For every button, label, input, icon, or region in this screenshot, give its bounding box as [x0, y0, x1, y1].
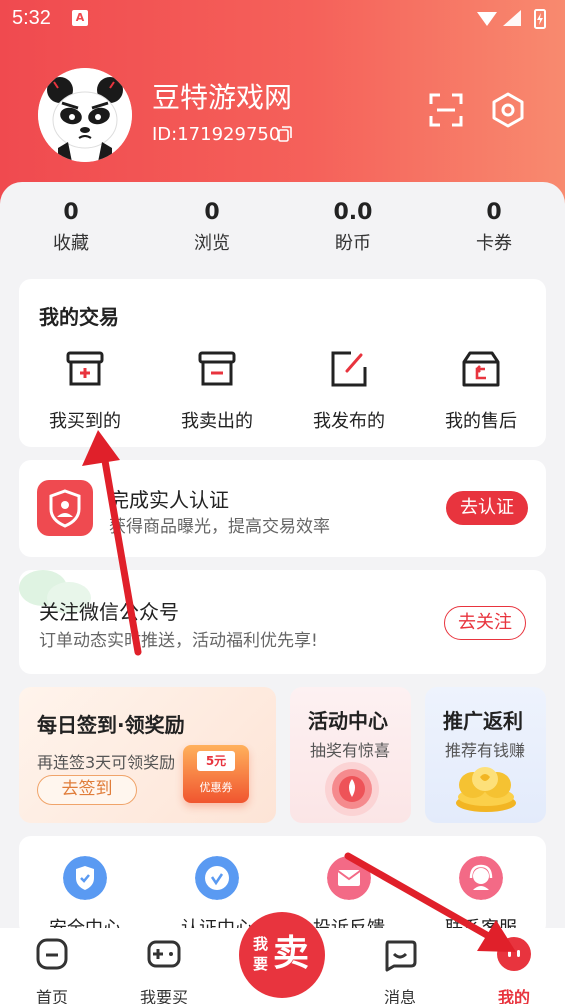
trade-label: 我卖出的 — [181, 411, 253, 432]
checkin-button[interactable]: 去签到 — [37, 775, 137, 805]
avatar[interactable] — [38, 68, 132, 162]
stat-favorites[interactable]: 0 收藏 — [11, 200, 131, 255]
edit-icon — [331, 351, 367, 387]
tab-buy[interactable]: 我要买 — [124, 936, 204, 1004]
coupon-icon: 5元 优惠券 — [183, 745, 249, 803]
trade-label: 我的售后 — [445, 411, 517, 432]
lottery-icon — [325, 762, 379, 816]
trade-card: 我的交易 我买到的 我卖出的 我发布的 我的售后 — [19, 279, 546, 447]
coupon-label: 优惠券 — [199, 781, 233, 794]
box-minus-icon — [198, 351, 236, 386]
badge-check-icon — [195, 856, 239, 900]
profile-name: 豆特游戏网 — [152, 81, 293, 114]
activity-title: 活动中心 — [308, 709, 388, 733]
coins-icon — [456, 767, 516, 812]
wechat-card[interactable]: 关注微信公众号 订单动态实时推送，活动福利优先享! 去关注 — [19, 570, 546, 674]
system-status-icons — [477, 9, 546, 29]
trade-label: 我买到的 — [49, 411, 121, 432]
stat-value: 0.0 — [333, 200, 373, 225]
follow-button[interactable]: 去关注 — [444, 606, 526, 640]
referral-card[interactable]: 推广返利 推荐有钱赚 — [425, 687, 546, 823]
shield-user-icon — [49, 489, 81, 528]
tab-label: 消息 — [383, 988, 416, 1004]
referral-title: 推广返利 — [443, 709, 523, 733]
profile-face-icon — [497, 937, 531, 971]
stat-coins[interactable]: 0.0 盼币 — [293, 200, 413, 255]
settings-icon[interactable] — [490, 92, 526, 128]
message-icon — [385, 940, 417, 972]
trade-published[interactable]: 我发布的 — [283, 349, 415, 433]
panda-avatar-icon — [38, 68, 132, 162]
profile-id: ID:171929750 — [152, 124, 281, 145]
stat-label: 盼币 — [335, 233, 371, 254]
stat-label: 浏览 — [194, 233, 230, 254]
scan-icon[interactable] — [428, 92, 464, 128]
tab-mine[interactable]: 我的 — [474, 936, 554, 1004]
trade-aftersale[interactable]: 我的售后 — [415, 349, 547, 433]
stat-label: 卡券 — [476, 233, 512, 254]
home-icon — [36, 938, 68, 970]
tab-home[interactable]: 首页 — [12, 936, 92, 1004]
sell-button[interactable]: 我要 卖 — [239, 912, 325, 998]
stat-coupons[interactable]: 0 卡券 — [434, 200, 554, 255]
checkin-title: 每日签到·领奖励 — [37, 713, 185, 737]
box-return-icon — [462, 351, 500, 387]
coupon-value: 5元 — [197, 751, 235, 771]
verify-button[interactable]: 去认证 — [446, 491, 528, 525]
status-time: 5:32 — [12, 7, 51, 29]
tab-label: 首页 — [35, 988, 68, 1004]
verify-title: 完成实人认证 — [109, 488, 229, 512]
verify-subtitle: 获得商品曝光，提高交易效率 — [109, 517, 330, 537]
stats-row: 0 收藏 0 浏览 0.0 盼币 0 卡券 — [0, 200, 565, 266]
trade-title: 我的交易 — [39, 305, 119, 329]
stat-value: 0 — [63, 200, 79, 225]
trade-label: 我发布的 — [313, 411, 385, 432]
gamepad-icon — [147, 940, 181, 968]
copy-icon[interactable] — [278, 126, 292, 142]
shield-check-icon — [63, 856, 107, 900]
checkin-subtitle: 再连签3天可领奖励 — [37, 753, 176, 772]
verify-card[interactable]: 完成实人认证 获得商品曝光，提高交易效率 去认证 — [19, 460, 546, 557]
tab-label: 我要买 — [139, 988, 188, 1004]
notification-icon: A — [72, 10, 88, 26]
tab-label: 我的 — [497, 988, 530, 1004]
wechat-subtitle: 订单动态实时推送，活动福利优先享! — [39, 631, 318, 651]
tab-messages[interactable]: 消息 — [360, 936, 440, 1004]
trade-bought[interactable]: 我买到的 — [19, 349, 151, 433]
checkin-card[interactable]: 每日签到·领奖励 再连签3天可领奖励 去签到 5元 优惠券 — [19, 687, 276, 823]
headset-icon — [459, 856, 503, 900]
mail-icon — [327, 856, 371, 900]
status-bar: 5:32 A — [0, 0, 565, 38]
activity-subtitle: 抽奖有惊喜 — [310, 741, 391, 760]
activity-card[interactable]: 活动中心 抽奖有惊喜 — [290, 687, 411, 823]
stat-label: 收藏 — [53, 233, 89, 254]
verify-icon — [37, 480, 93, 536]
stat-value: 0 — [486, 200, 502, 225]
stat-value: 0 — [204, 200, 220, 225]
box-plus-icon — [66, 351, 104, 386]
stat-views[interactable]: 0 浏览 — [152, 200, 272, 255]
sell-big-label: 卖 — [273, 933, 310, 974]
sell-small-label: 我要 — [253, 935, 269, 973]
referral-subtitle: 推荐有钱赚 — [445, 741, 526, 760]
trade-sold[interactable]: 我卖出的 — [151, 349, 283, 433]
wechat-title: 关注微信公众号 — [39, 600, 179, 624]
